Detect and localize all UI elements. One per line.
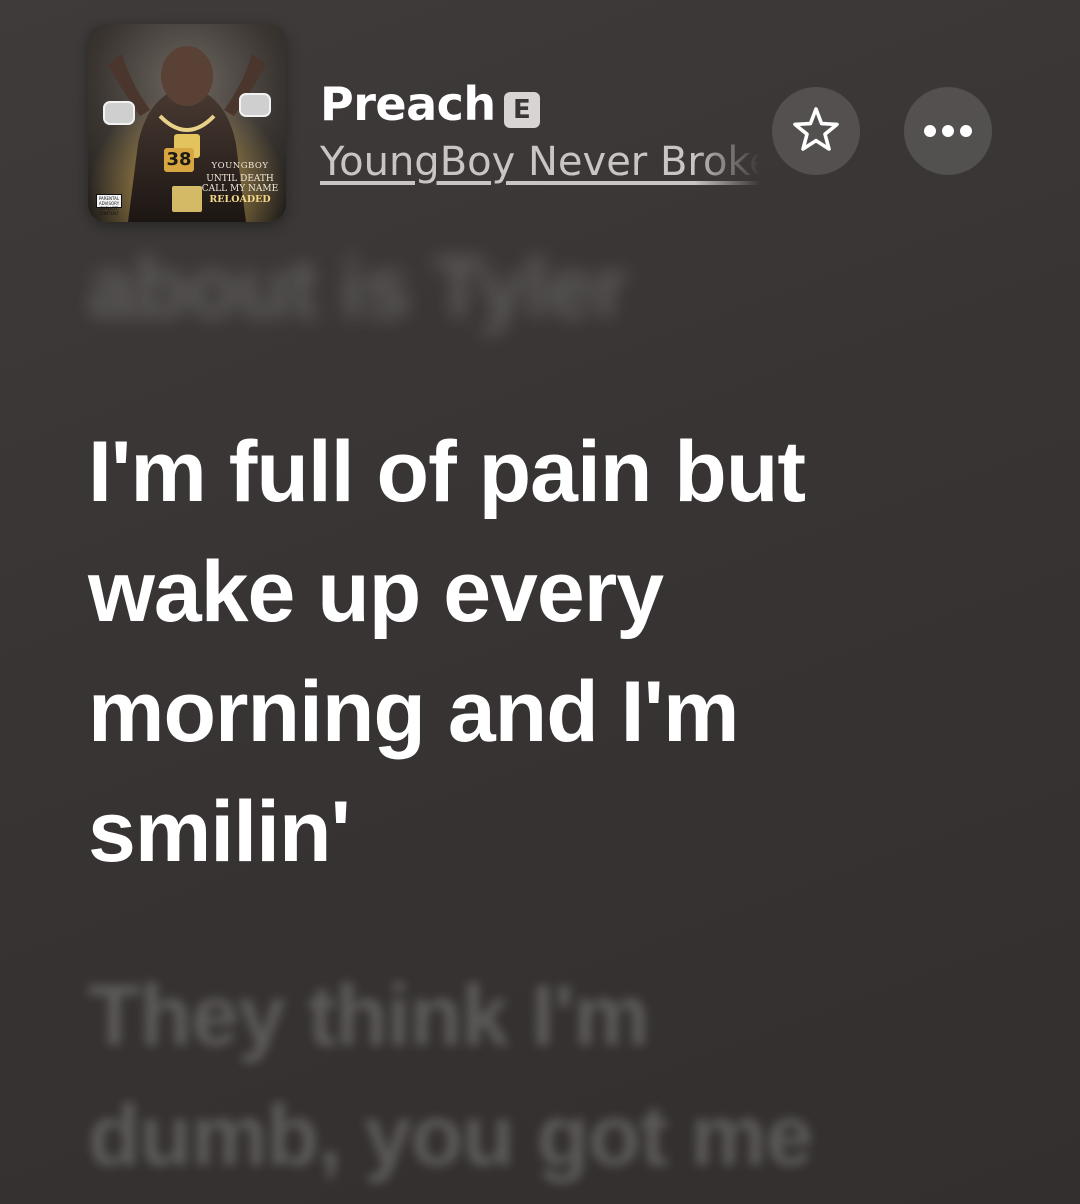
more-options-button[interactable] xyxy=(904,87,992,175)
artwork-title-line-2: CALL MY NAME xyxy=(201,184,279,194)
album-artwork[interactable]: 38 YOUNGBOY UNTIL DEATH CALL MY NAME REL… xyxy=(88,24,286,222)
lyric-text-line: smilin' xyxy=(88,784,351,880)
song-title-row: Preach E xyxy=(320,76,540,132)
lyric-text-line: They think I'm xyxy=(88,968,650,1064)
now-playing-header: 38 YOUNGBOY UNTIL DEATH CALL MY NAME REL… xyxy=(0,0,1080,240)
lyric-next-line[interactable]: They think I'm dumb, you got me xyxy=(88,956,1028,1196)
explicit-badge: E xyxy=(503,92,540,128)
artwork-badge-number: 38 xyxy=(164,148,194,172)
lyric-text-line: wake up every xyxy=(88,544,664,640)
song-title: Preach xyxy=(320,77,496,131)
star-outline-icon xyxy=(793,107,839,151)
lyric-text-line: about is Tyler xyxy=(88,240,628,336)
lyric-previous-line[interactable]: about is Tyler xyxy=(88,228,1028,348)
lyric-text-line: I'm full of pain but xyxy=(88,424,806,520)
artwork-title-line-1: UNTIL DEATH xyxy=(206,174,274,184)
lyric-text-line: dumb, you got me xyxy=(88,1088,814,1184)
favorite-button[interactable] xyxy=(772,87,860,175)
artwork-title-line-3: RELOADED xyxy=(209,194,271,205)
artist-name-link[interactable]: YoungBoy Never Broke Again xyxy=(320,136,760,188)
lyric-text-line: morning and I'm xyxy=(88,664,739,760)
artwork-artist-text: YOUNGBOY xyxy=(211,161,269,171)
lyric-current-line[interactable]: I'm full of pain but wake up every morni… xyxy=(88,412,1028,892)
parental-advisory-label: PARENTAL ADVISORY EXPLICIT CONTENT xyxy=(96,194,122,216)
ellipsis-icon xyxy=(924,125,972,137)
